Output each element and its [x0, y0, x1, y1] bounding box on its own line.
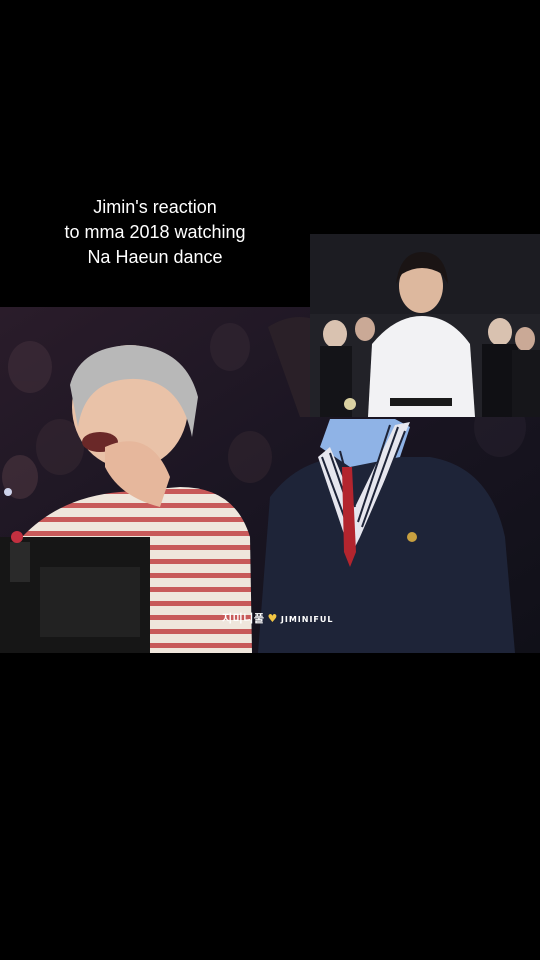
caption-line-2: to mma 2018 watching	[64, 222, 246, 242]
watermark-korean: 지미니풀	[222, 612, 265, 625]
inset-video-frame	[310, 234, 540, 417]
caption-line-1: Jimin's reaction	[93, 197, 217, 217]
heart-icon: ♥	[267, 612, 278, 625]
watermark-handle: JIMINIFUL	[280, 615, 334, 624]
camera-equipment	[0, 531, 150, 653]
stage-scene	[310, 234, 540, 417]
watermark: 지미니풀 ♥ JIMINIFUL	[222, 610, 333, 626]
caption-line-3: Na Haeun dance	[87, 247, 223, 267]
video-caption: Jimin's reaction to mma 2018 watching Na…	[40, 195, 270, 270]
